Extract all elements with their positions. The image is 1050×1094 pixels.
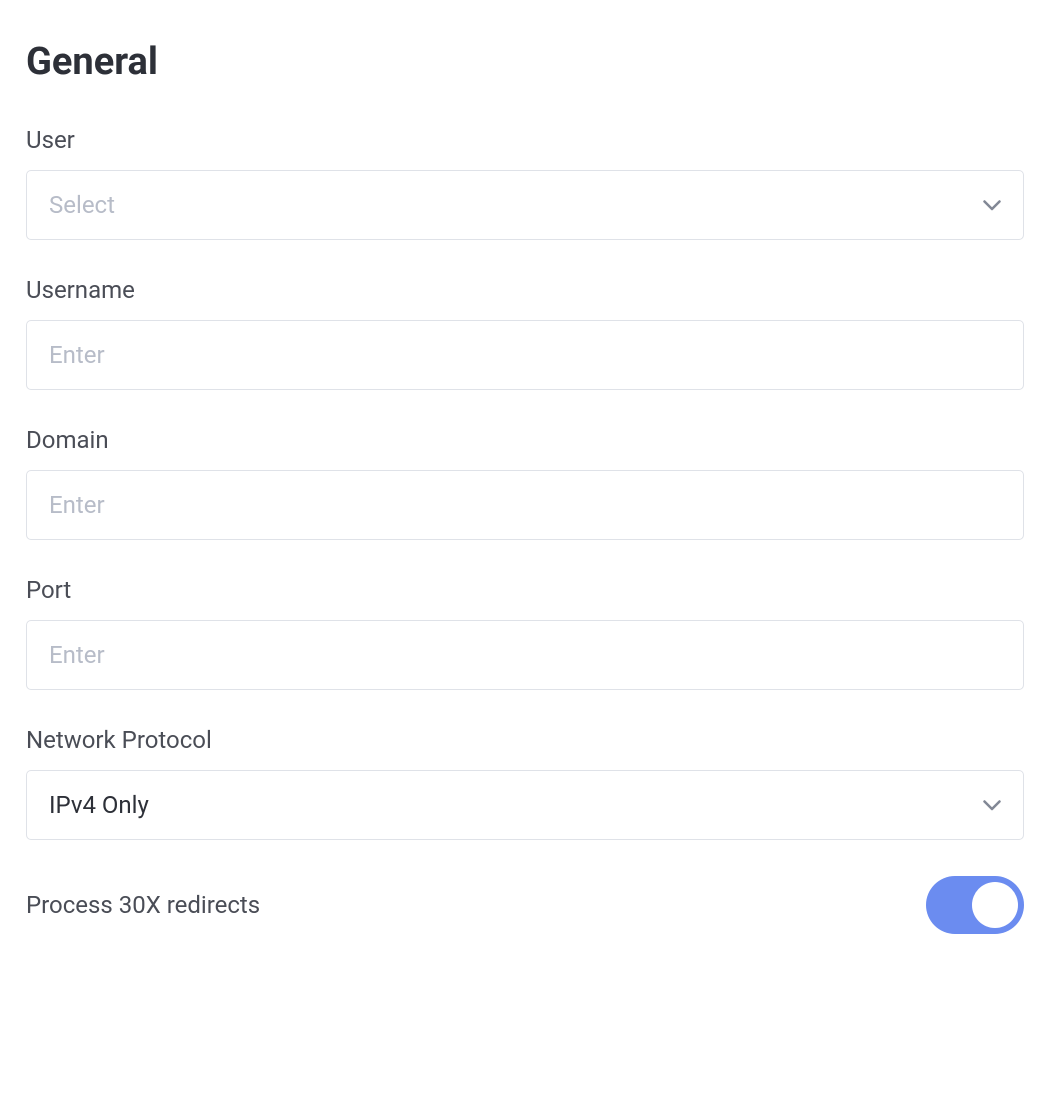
user-select[interactable]: Select [26,170,1024,240]
network-protocol-field-group: Network Protocol IPv4 Only [26,726,1024,840]
toggle-knob [972,882,1018,928]
process-redirects-toggle[interactable] [926,876,1024,934]
domain-field-group: Domain [26,426,1024,540]
network-protocol-label: Network Protocol [26,726,1024,754]
section-title: General [26,40,1024,84]
domain-label: Domain [26,426,1024,454]
process-redirects-label: Process 30X redirects [26,891,260,919]
username-input[interactable] [26,320,1024,390]
process-redirects-row: Process 30X redirects [26,876,1024,934]
chevron-down-icon [983,796,1001,814]
chevron-down-icon [983,196,1001,214]
port-input[interactable] [26,620,1024,690]
network-protocol-value: IPv4 Only [49,791,149,819]
user-label: User [26,126,1024,154]
user-select-placeholder: Select [49,191,115,219]
user-field-group: User Select [26,126,1024,240]
username-field-group: Username [26,276,1024,390]
username-label: Username [26,276,1024,304]
port-label: Port [26,576,1024,604]
network-protocol-select[interactable]: IPv4 Only [26,770,1024,840]
domain-input[interactable] [26,470,1024,540]
port-field-group: Port [26,576,1024,690]
